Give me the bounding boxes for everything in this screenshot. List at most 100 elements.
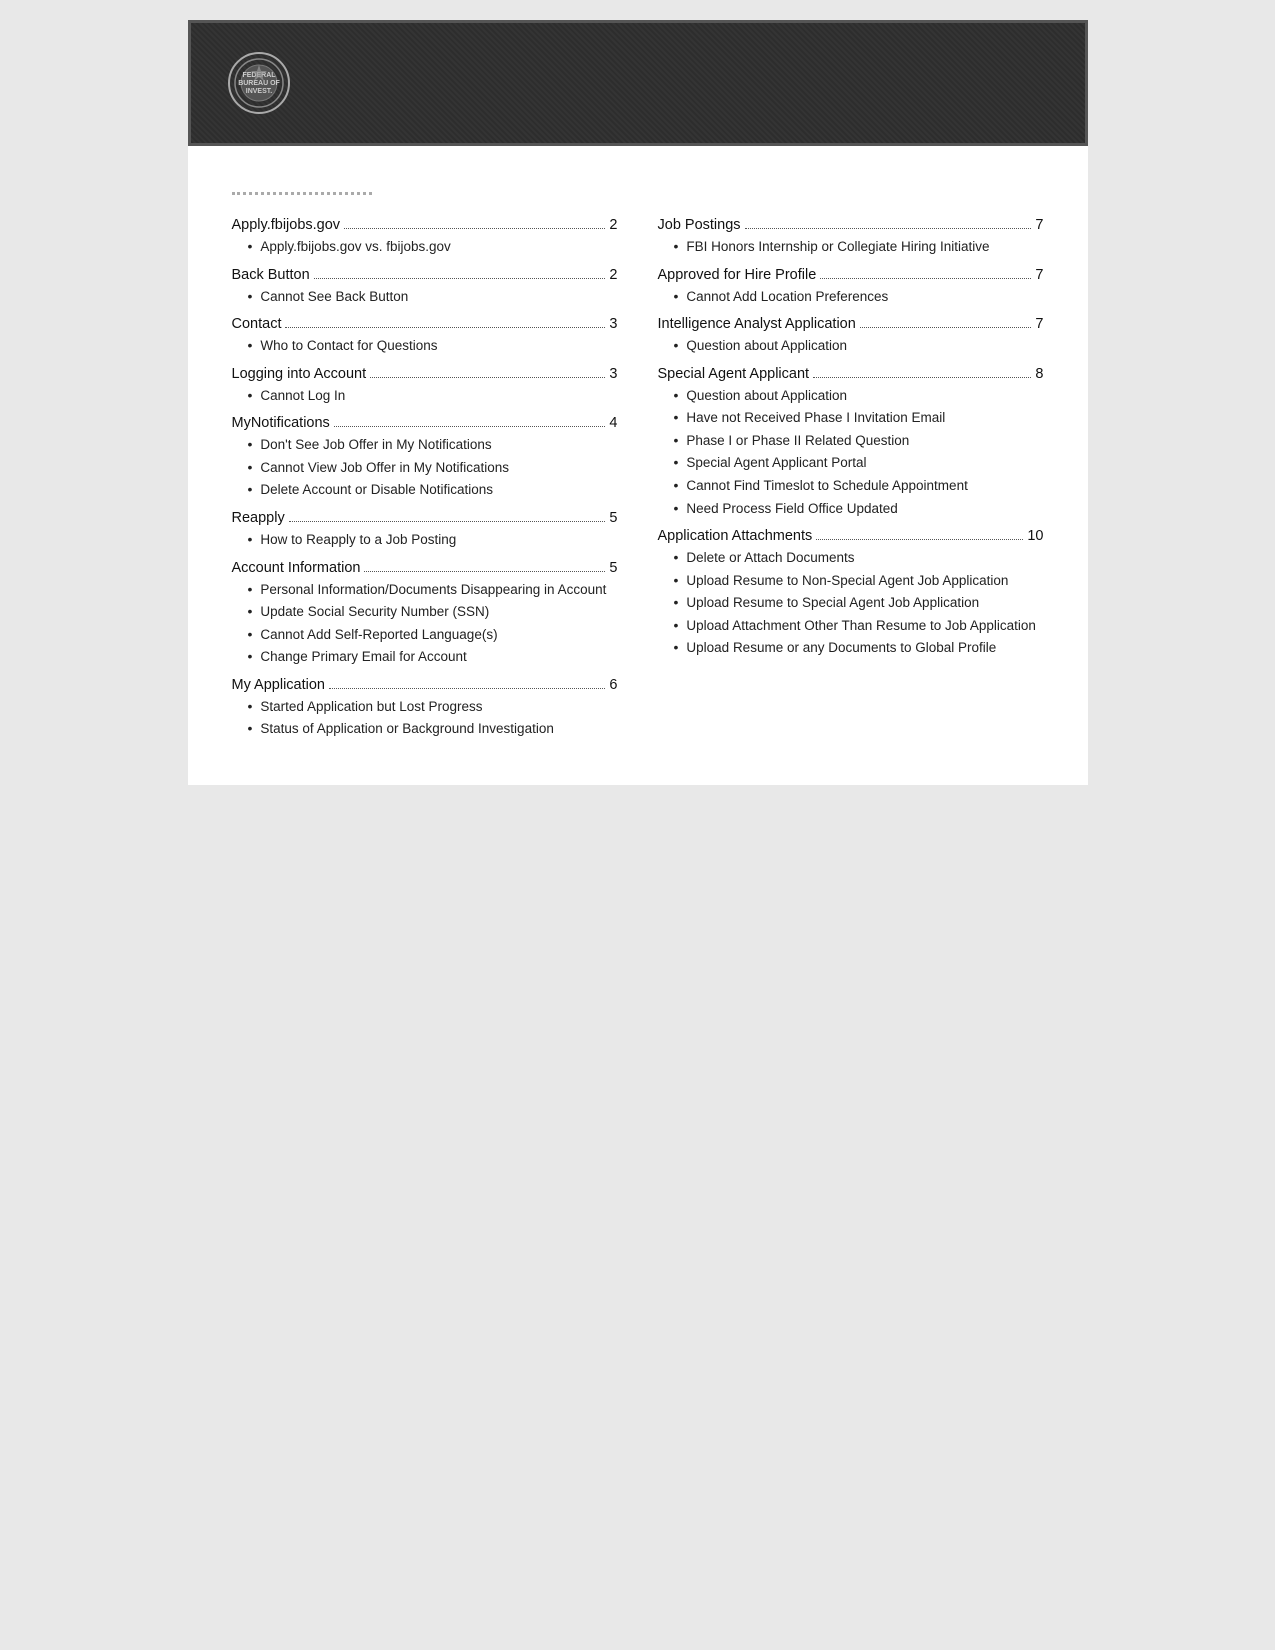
entry-text: Special Agent Applicant [658,366,810,382]
dots [860,327,1032,328]
sub-item-text: Apply.fbijobs.gov vs. fbijobs.gov [260,237,450,257]
list-item: •Cannot Add Self-Reported Language(s) [248,624,618,645]
list-item: •FBI Honors Internship or Collegiate Hir… [674,236,1044,257]
toc-sub-items: •Delete or Attach Documents•Upload Resum… [674,547,1044,658]
toc-main-entry: Reapply 5 [232,510,618,526]
sub-item-text: Cannot See Back Button [260,287,408,307]
bullet-icon: • [248,335,253,355]
list-item: • Apply.fbijobs.gov vs. fbijobs.gov [248,236,618,257]
header: FEDERAL BUREAU OF INVEST. [188,20,1088,146]
page-num: 5 [609,510,617,526]
entry-text: Intelligence Analyst Application [658,316,856,332]
toc-sub-items: •How to Reapply to a Job Posting [248,529,618,550]
page-num: 6 [609,677,617,693]
bullet-icon: • [248,646,253,666]
toc-sub-items: • Cannot See Back Button [248,286,618,307]
dots [745,228,1032,229]
list-item: •Special Agent Applicant Portal [674,452,1044,473]
page-num: 10 [1027,528,1043,544]
page-num: 3 [609,316,617,332]
toc-main-entry: Back Button2 [232,267,618,283]
dots [285,327,605,328]
list-item: •Status of Application or Background Inv… [248,718,618,739]
toc-section: Contact3 • Who to Contact for Questions [232,316,618,356]
sub-item-text: Cannot Add Self-Reported Language(s) [260,625,497,645]
sub-item-text: Cannot View Job Offer in My Notification… [260,458,509,478]
toc-main-entry: MyNotifications4 [232,415,618,431]
dots [816,539,1023,540]
list-item: •Delete Account or Disable Notifications [248,479,618,500]
sub-item-text: Question about Application [686,336,847,356]
list-item: • Cannot See Back Button [248,286,618,307]
list-item: • Cannot View Job Offer in My Notificatio… [248,457,618,478]
bullet-icon: • [248,457,253,477]
dots [370,377,605,378]
toc-sub-items: • Who to Contact for Questions [248,335,618,356]
bullet-icon: • [248,579,253,599]
entry-text: Application Attachments [658,528,813,544]
toc-main-entry: Contact3 [232,316,618,332]
bullet-icon: • [674,637,679,657]
sub-item-text: Upload Resume to Special Agent Job Appli… [686,593,979,613]
bullet-icon: • [674,592,679,612]
toc-divider [232,192,372,195]
list-item: •Have not Received Phase I Invitation Em… [674,407,1044,428]
bullet-icon: • [674,570,679,590]
list-item: • Upload Resume to Special Agent Job Appl… [674,592,1044,613]
bullet-icon: • [674,385,679,405]
list-item: •Phase I or Phase II Related Question [674,430,1044,451]
entry-text: Job Postings [658,217,741,233]
list-item: • Who to Contact for Questions [248,335,618,356]
entry-text: Reapply [232,510,285,526]
sub-item-text: Status of Application or Background Inve… [260,719,553,739]
list-item: • Change Primary Email for Account [248,646,618,667]
toc-section: Application Attachments 10 •Delete or Atta… [658,528,1044,658]
page-num: 7 [1035,217,1043,233]
sub-item-text: Upload Resume or any Documents to Global… [686,638,996,658]
bullet-icon: • [248,385,253,405]
bullet-icon: • [674,547,679,567]
sub-item-text: Delete Account or Disable Notifications [260,480,493,500]
toc-section: MyNotifications4•Don't See Job Offer in … [232,415,618,500]
toc-section: Account Information5•Personal Informatio… [232,560,618,667]
page-num: 2 [609,217,617,233]
toc-main-entry: Application Attachments 10 [658,528,1044,544]
entry-text: My Application [232,677,326,693]
list-item: •Update Social Security Number (SSN) [248,601,618,622]
toc-section: Special Agent Applicant 8 •Question about … [658,366,1044,518]
dots [289,521,606,522]
svg-text:INVEST.: INVEST. [245,88,272,95]
right-column: Job Postings 7 •FBI Honors Internship or C… [658,217,1044,749]
fbi-seal-icon: FEDERAL BUREAU OF INVEST. [227,51,291,115]
sub-item-text: Special Agent Applicant Portal [686,453,866,473]
list-item: •How to Reapply to a Job Posting [248,529,618,550]
page-num: 7 [1035,267,1043,283]
content: Apply.fbijobs.gov 2 • Apply.fbijobs.gov vs.… [188,146,1088,785]
entry-text: Back Button [232,267,310,283]
toc-sub-items: •Question about Application•Have not Rec… [674,385,1044,518]
sub-item-text: Change Primary Email for Account [260,647,466,667]
entry-text: Logging into Account [232,366,367,382]
sub-item-text: Started Application but Lost Progress [260,697,482,717]
page-num: 8 [1035,366,1043,382]
list-item: •Upload Attachment Other Than Resume to … [674,615,1044,636]
list-item: •Cannot Log In [248,385,618,406]
page-num: 3 [609,366,617,382]
bullet-icon: • [674,430,679,450]
bullet-icon: • [248,286,253,306]
sub-item-text: Have not Received Phase I Invitation Ema… [686,408,945,428]
bullet-icon: • [248,696,253,716]
toc-main-entry: Logging into Account 3 [232,366,618,382]
toc-main-entry: Intelligence Analyst Application7 [658,316,1044,332]
bullet-icon: • [248,236,253,256]
toc-columns: Apply.fbijobs.gov 2 • Apply.fbijobs.gov vs.… [232,217,1044,749]
toc-section: Logging into Account 3 •Cannot Log In [232,366,618,406]
sub-item-text: Cannot Add Location Preferences [686,287,888,307]
toc-main-entry: Special Agent Applicant 8 [658,366,1044,382]
bullet-icon: • [674,236,679,256]
entry-text: Apply.fbijobs.gov [232,217,341,233]
list-item: • Upload Resume or any Documents to Globa… [674,637,1044,658]
sub-item-text: Who to Contact for Questions [260,336,437,356]
entry-text: MyNotifications [232,415,330,431]
list-item: •Upload Resume to Non-Special Agent Job … [674,570,1044,591]
